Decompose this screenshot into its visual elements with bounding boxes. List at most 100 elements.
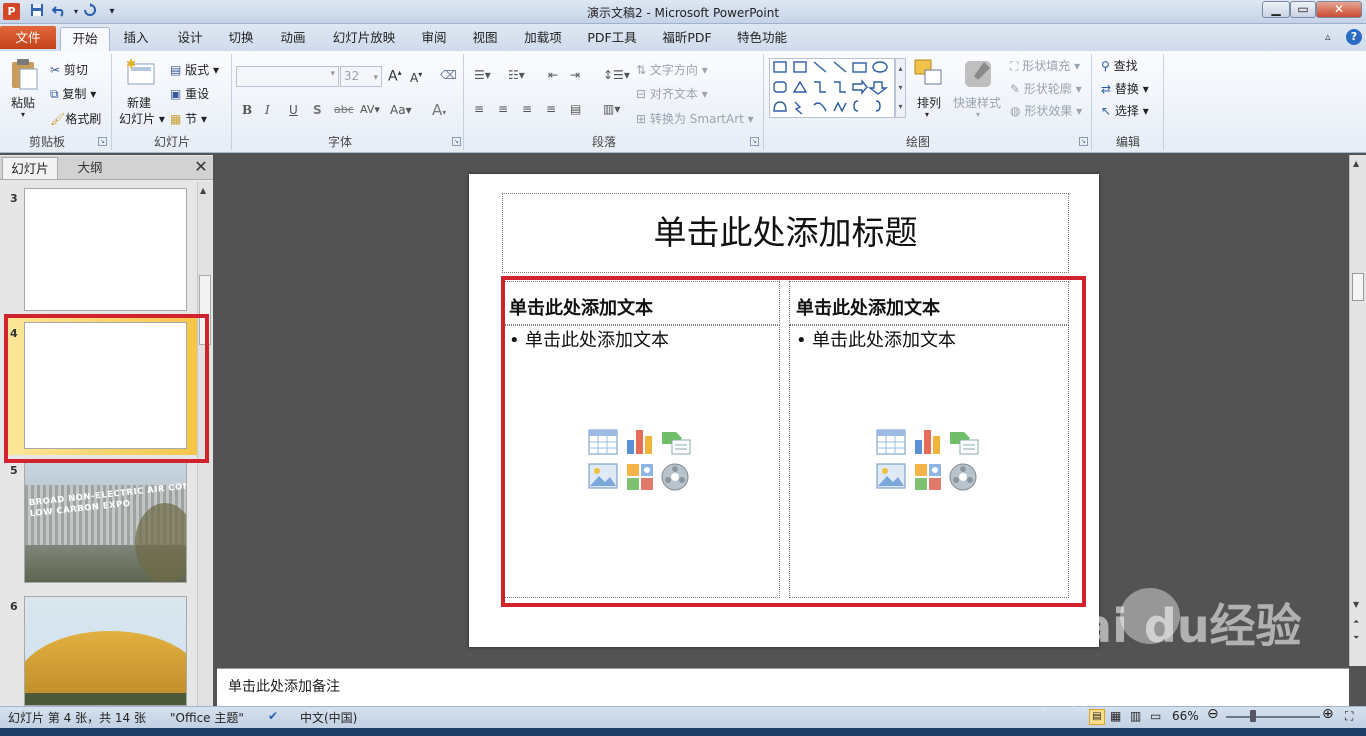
tab-slideshow[interactable]: 幻灯片放映	[328, 27, 400, 51]
zoom-level[interactable]: 66%	[1172, 709, 1199, 723]
clear-format-icon[interactable]: ⌫	[440, 68, 457, 82]
shrink-font-button[interactable]: A▾	[410, 70, 422, 85]
paste-button[interactable]: 粘贴	[11, 94, 35, 111]
quick-styles-icon[interactable]	[962, 58, 994, 93]
arrange-icon[interactable]	[913, 58, 945, 93]
tab-pdf-tools[interactable]: PDF工具	[583, 27, 641, 51]
justify-button[interactable]: ≡	[546, 102, 556, 116]
new-slide-button[interactable]: 幻灯片 ▾	[119, 110, 165, 127]
tab-transitions[interactable]: 切换	[219, 27, 263, 51]
find-button[interactable]: ⚲ 查找	[1101, 57, 1138, 74]
layout-button[interactable]: ▤ 版式 ▾	[170, 61, 219, 78]
columns-button[interactable]: ▥▾	[603, 102, 620, 116]
format-painter-button[interactable]: 🖌格式刷	[50, 110, 101, 127]
spellcheck-icon[interactable]: ✔	[268, 709, 278, 723]
decrease-indent-button[interactable]: ⇤	[548, 68, 558, 82]
paragraph-launcher-icon[interactable]: ↘	[750, 137, 759, 146]
theme-status[interactable]: "Office 主题"	[170, 709, 244, 726]
text-direction-button[interactable]: ⇅ 文字方向 ▾	[636, 61, 708, 78]
change-case-button[interactable]: Aa▾	[390, 103, 412, 117]
slide-thumbnail-3[interactable]	[24, 188, 187, 311]
slide-sorter-icon[interactable]: ▦	[1110, 709, 1121, 723]
tab-file[interactable]: 文件	[0, 26, 56, 49]
replace-button[interactable]: ⇄ 替换 ▾	[1101, 80, 1149, 97]
scroll-up-icon[interactable]: ▲	[1353, 159, 1359, 168]
zoom-out-icon[interactable]: ⊖	[1207, 706, 1219, 722]
align-center-button[interactable]: ≡	[498, 102, 508, 116]
clipboard-launcher-icon[interactable]: ↘	[98, 137, 107, 146]
close-button[interactable]: ✕	[1316, 1, 1362, 18]
smartart-button[interactable]: ⊞ 转换为 SmartArt ▾	[636, 110, 754, 127]
section-button[interactable]: ▦ 节 ▾	[170, 110, 207, 127]
bold-button[interactable]: B	[242, 103, 252, 117]
scroll-down-icon[interactable]: ▼	[1353, 600, 1359, 609]
underline-button[interactable]: U	[289, 103, 298, 117]
grow-font-button[interactable]: A▴	[388, 68, 402, 85]
shapes-scroll[interactable]: ▴ ▾ ▾	[895, 58, 906, 118]
close-pane-icon[interactable]: ✕	[192, 158, 210, 176]
select-button[interactable]: ↖ 选择 ▾	[1101, 102, 1149, 119]
minimize-button[interactable]: ▁	[1262, 1, 1290, 18]
help-icon[interactable]: ?	[1346, 29, 1362, 45]
slideshow-view-icon[interactable]: ▭	[1150, 709, 1161, 723]
increase-indent-button[interactable]: ⇥	[570, 68, 580, 82]
normal-view-icon[interactable]: ▤	[1089, 709, 1105, 725]
tab-outline[interactable]: 大纲	[62, 157, 118, 179]
zoom-slider-handle[interactable]	[1250, 710, 1256, 722]
scroll-up-icon[interactable]: ▲	[200, 186, 206, 195]
slide-thumbnail-6[interactable]	[24, 596, 187, 706]
slide-scrollbar[interactable]: ▲ ▼ ⏶ ⏷	[1349, 155, 1366, 666]
tab-slides[interactable]: 幻灯片	[2, 157, 58, 179]
title-placeholder[interactable]: 单击此处添加标题	[502, 193, 1069, 273]
reset-button[interactable]: ▣ 重设	[170, 85, 209, 102]
copy-button[interactable]: ⧉ 复制 ▾	[50, 85, 96, 102]
ribbon-minimize-icon[interactable]: ▵	[1325, 30, 1331, 43]
shadow-button[interactable]: S	[313, 103, 322, 117]
language-status[interactable]: 中文(中国)	[300, 709, 357, 726]
reading-view-icon[interactable]: ▥	[1130, 709, 1141, 723]
scroll-thumb[interactable]	[1352, 273, 1364, 301]
cut-button[interactable]: ✂ 剪切	[50, 61, 88, 78]
quick-styles-button[interactable]: 快速样式	[953, 94, 1001, 111]
char-spacing-button[interactable]: AV▾	[360, 103, 380, 116]
numbering-button[interactable]: ☷▾	[508, 68, 525, 82]
paste-icon[interactable]	[9, 58, 39, 93]
tab-special[interactable]: 特色功能	[731, 27, 793, 51]
align-right-button[interactable]: ≡	[522, 102, 532, 116]
zoom-in-icon[interactable]: ⊕	[1322, 706, 1334, 722]
tab-design[interactable]: 设计	[168, 27, 212, 51]
line-spacing-button[interactable]: ↕☰▾	[603, 68, 630, 82]
shape-outline-button[interactable]: ✎ 形状轮廓 ▾	[1010, 80, 1082, 97]
font-color-button[interactable]: A▾	[432, 101, 446, 119]
font-name-combo[interactable]: ▾	[236, 66, 339, 87]
arrange-button[interactable]: 排列	[917, 94, 941, 111]
align-text-button[interactable]: ⊟ 对齐文本 ▾	[636, 85, 708, 102]
strikethrough-button[interactable]: abc	[334, 103, 354, 116]
new-slide-icon[interactable]: ✱	[124, 57, 156, 91]
shape-fill-button[interactable]: ⛶ 形状填充 ▾	[1010, 57, 1080, 74]
maximize-button[interactable]: ▭	[1290, 1, 1316, 18]
bullets-button[interactable]: ☰▾	[474, 68, 491, 82]
shapes-gallery[interactable]	[769, 58, 895, 118]
drawing-launcher-icon[interactable]: ↘	[1079, 137, 1088, 146]
align-left-button[interactable]: ≡	[474, 102, 484, 116]
font-launcher-icon[interactable]: ↘	[452, 137, 461, 146]
notes-placeholder[interactable]: 单击此处添加备注	[228, 676, 340, 696]
tab-review[interactable]: 审阅	[412, 27, 456, 51]
tab-foxit-pdf[interactable]: 福昕PDF	[656, 27, 718, 51]
previous-slide-icon[interactable]: ⏶	[1353, 617, 1359, 627]
zoom-slider[interactable]	[1226, 716, 1320, 718]
tab-insert[interactable]: 插入	[114, 27, 158, 51]
slide-thumbnail-5[interactable]: BROAD NON-ELECTRIC AIR CON LOW CARBON EX…	[24, 462, 187, 583]
tab-addins[interactable]: 加载项	[518, 27, 568, 51]
paste-dropdown-icon[interactable]: ▾	[21, 110, 25, 119]
tab-home[interactable]: 开始	[60, 27, 110, 51]
italic-button[interactable]: I	[265, 103, 270, 117]
new-slide-label-1[interactable]: 新建	[127, 94, 151, 111]
tab-view[interactable]: 视图	[463, 27, 507, 51]
shape-effects-button[interactable]: ◍ 形状效果 ▾	[1010, 102, 1082, 119]
tab-animations[interactable]: 动画	[271, 27, 315, 51]
quick-styles-dropdown-icon[interactable]: ▾	[976, 110, 980, 119]
font-size-combo[interactable]: 32 ▾	[340, 66, 382, 87]
next-slide-icon[interactable]: ⏷	[1353, 633, 1359, 643]
